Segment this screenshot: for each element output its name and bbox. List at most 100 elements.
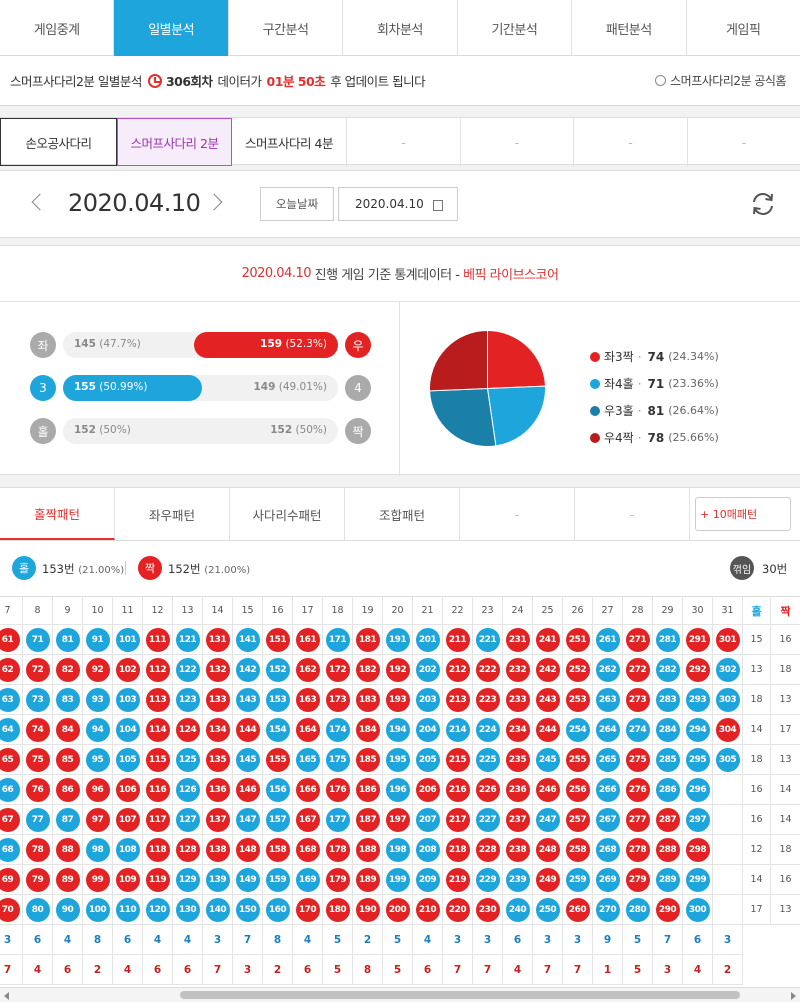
pattern-cell: 204 — [413, 715, 443, 745]
stats-title-brand: 베픽 라이브스코어 — [463, 268, 559, 283]
even-run-count: 4 — [683, 955, 713, 985]
even-ball: 75 — [25, 747, 50, 772]
pattern-cell: 136 — [203, 775, 233, 805]
nav-tab-live[interactable]: 게임중계 — [0, 0, 115, 56]
even-ball: 241 — [535, 627, 560, 652]
pattern-cell: 103 — [113, 685, 143, 715]
even-run-count: 2 — [83, 955, 113, 985]
odd-ball: 177 — [325, 807, 350, 832]
legend-value: 74 — [647, 349, 665, 364]
pattern-cell: 93 — [83, 685, 113, 715]
pattern-cell: 87 — [53, 805, 83, 835]
pattern-cell: 100 — [83, 895, 113, 925]
ten-pattern-button[interactable]: + 10매패턴 — [695, 497, 791, 531]
row-even-count: 16 — [771, 865, 800, 895]
pattern-cell: 130 — [173, 895, 203, 925]
pattern-tab-combination[interactable]: 조합패턴 — [345, 488, 460, 540]
even-ball: 255 — [565, 747, 590, 772]
pattern-cell: 276 — [623, 775, 653, 805]
game-tab-smurf-4[interactable]: 스머프사다리 4분 — [232, 118, 347, 166]
pattern-cell: 301 — [713, 625, 743, 655]
odd-ball: 254 — [565, 717, 590, 742]
pattern-cell: 113 — [143, 685, 173, 715]
odd-ball: 130 — [175, 897, 200, 922]
pattern-cell: 71 — [23, 625, 53, 655]
pattern-cell: 243 — [533, 685, 563, 715]
even-ball: 256 — [565, 777, 590, 802]
even-ball: 86 — [55, 777, 80, 802]
pattern-cell: 289 — [653, 865, 683, 895]
today-button[interactable]: 오늘날짜 — [260, 187, 334, 221]
legend-pct: (26.64%) — [668, 404, 719, 417]
nav-tab-period[interactable]: 기간분석 — [458, 0, 573, 56]
odd-ball: 247 — [535, 807, 560, 832]
pattern-cell: 176 — [323, 775, 353, 805]
game-tab-smurf-2[interactable]: 스머프사다리 2분 — [117, 118, 232, 166]
even-ball: 136 — [205, 777, 230, 802]
right-value: 152 (50%) — [270, 424, 327, 436]
refresh-icon[interactable] — [750, 191, 776, 217]
stats-bars: 좌 145 (47.7%) 159 (52.3%) 우 3 155 (50.99… — [0, 302, 400, 476]
pattern-cell: 145 — [233, 745, 263, 775]
odd-count-header: 홀 — [743, 597, 771, 625]
nav-tab-daily[interactable]: 일별분석 — [114, 0, 229, 56]
nav-tab-pattern[interactable]: 패턴분석 — [572, 0, 687, 56]
next-date-icon[interactable] — [205, 193, 223, 211]
game-tab-empty: - — [574, 118, 688, 166]
row-odd-count: 18 — [743, 685, 771, 715]
legend-label: 우3홀 — [604, 404, 634, 418]
left-circle: 좌 — [30, 332, 56, 358]
game-tab-sonogong[interactable]: 손오공사다리 — [0, 118, 117, 166]
odd-run-count: 3 — [473, 925, 503, 955]
odd-ball: 154 — [265, 717, 290, 742]
calendar-icon[interactable] — [433, 200, 443, 211]
right-value: 159 (52.3%) — [260, 338, 327, 350]
pattern-cell: 297 — [683, 805, 713, 835]
pattern-cell: 303 — [713, 685, 743, 715]
prev-date-icon[interactable] — [31, 193, 49, 211]
pattern-cell: 208 — [413, 835, 443, 865]
pattern-cell: 89 — [53, 865, 83, 895]
pattern-cell: 244 — [533, 715, 563, 745]
even-ball: 249 — [535, 867, 560, 892]
break-badge: 꺾임 — [730, 556, 754, 580]
horizontal-scrollbar[interactable] — [0, 987, 800, 1002]
nav-tab-round[interactable]: 회차분석 — [343, 0, 458, 56]
left-value: 145 (47.7%) — [74, 338, 141, 350]
pattern-cell: 157 — [263, 805, 293, 835]
scroll-right-icon[interactable] — [791, 992, 796, 1000]
odd-ball: 152 — [265, 657, 290, 682]
even-ball: 119 — [145, 867, 170, 892]
official-home-link[interactable]: 스머프사다리2분 공식홈 — [655, 72, 786, 89]
odd-ball: 83 — [55, 687, 80, 712]
odd-ball: 150 — [235, 897, 260, 922]
pattern-cell: 201 — [413, 625, 443, 655]
round-number: 306회차 — [165, 74, 213, 89]
even-ball: 182 — [355, 657, 380, 682]
odd-ball: 63 — [0, 687, 20, 712]
odd-ball: 286 — [655, 777, 680, 802]
scroll-thumb[interactable] — [180, 991, 740, 999]
even-ball: 170 — [295, 897, 320, 922]
column-number: 24 — [503, 597, 533, 625]
pattern-tab-ladder-count[interactable]: 사다리수패턴 — [230, 488, 345, 540]
nav-tab-pick[interactable]: 게임픽 — [687, 0, 800, 56]
pattern-tab-odd-even[interactable]: 홀짝패턴 — [0, 488, 115, 540]
scroll-left-icon[interactable] — [4, 992, 9, 1000]
pattern-cell: 288 — [653, 835, 683, 865]
even-run-count: 7 — [533, 955, 563, 985]
pattern-cell: 237 — [503, 805, 533, 835]
nav-tab-section[interactable]: 구간분석 — [229, 0, 344, 56]
date-input[interactable]: 2020.04.10 — [338, 187, 458, 221]
pattern-cell: 167 — [293, 805, 323, 835]
odd-ball: 98 — [85, 837, 110, 862]
even-ball: 292 — [685, 657, 710, 682]
pattern-cell: 134 — [203, 715, 233, 745]
pattern-cell: 124 — [173, 715, 203, 745]
odd-ball: 259 — [565, 867, 590, 892]
odd-ball: 266 — [595, 777, 620, 802]
pattern-tab-left-right[interactable]: 좌우패턴 — [115, 488, 230, 540]
pattern-cell: 133 — [203, 685, 233, 715]
pattern-cell: 150 — [233, 895, 263, 925]
pie-slice — [487, 330, 546, 390]
